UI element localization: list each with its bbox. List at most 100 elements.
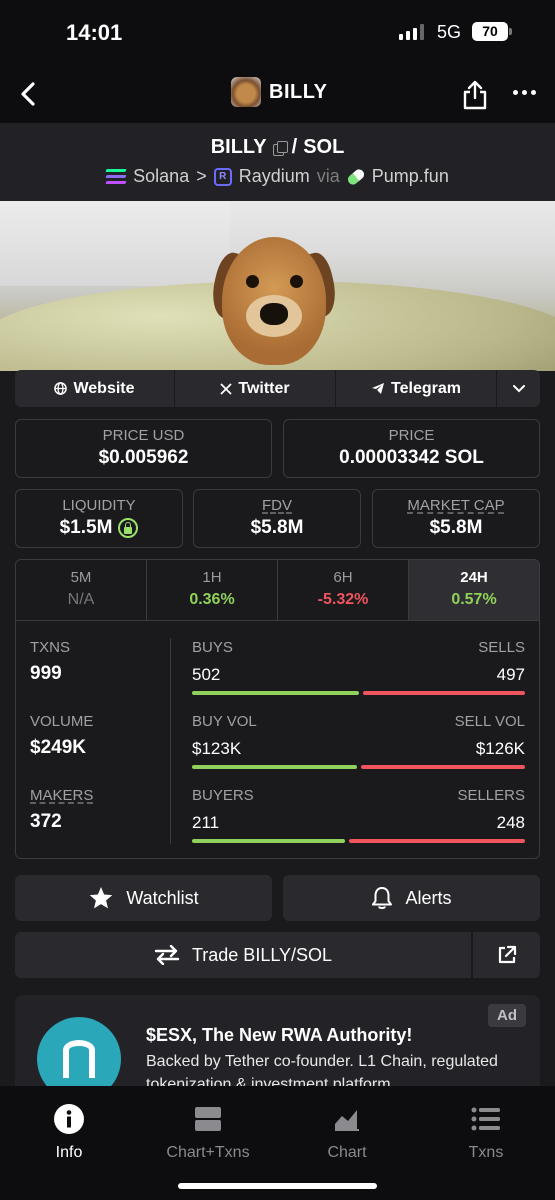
chart-icon: [287, 1104, 407, 1134]
dex-name[interactable]: Raydium: [239, 166, 310, 187]
buys-sells-stat: BUYS SELLS 502 497: [192, 639, 525, 695]
sell-vol-value: $126K: [475, 739, 525, 758]
buyers-sellers-bar: [192, 839, 525, 843]
status-bar: 14:01 5G 70: [0, 0, 555, 66]
sellers-label: SELLERS: [457, 787, 525, 804]
pair-base: BILLY: [210, 136, 267, 158]
website-link[interactable]: Website: [15, 370, 175, 407]
via-text: via: [316, 166, 340, 186]
buys-value: 502: [192, 665, 221, 684]
sells-label: SELLS: [478, 639, 525, 656]
pair-route: Solana > R Raydium via Pump.fun: [0, 166, 555, 187]
nav-title: BILLY: [231, 77, 327, 107]
trade-external-button[interactable]: [472, 932, 540, 978]
trade-label: Trade BILLY/SOL: [191, 944, 333, 965]
more-icon[interactable]: [513, 90, 536, 95]
volume-value: $249K: [30, 737, 86, 758]
nav-title-text: BILLY: [269, 80, 328, 103]
chevron-down-icon: [512, 384, 525, 392]
tab-5m[interactable]: 5M N/A: [16, 560, 147, 620]
bell-icon: [372, 887, 393, 909]
back-icon[interactable]: [14, 78, 42, 110]
token-avatar: [231, 77, 261, 107]
telegram-label: Telegram: [391, 379, 461, 397]
market-cap-label[interactable]: MARKET CAP: [373, 497, 539, 514]
timeframe-label: 1H: [202, 569, 222, 586]
price-native-card: PRICE 0.00003342 SOL: [283, 419, 540, 478]
trade-button[interactable]: Trade BILLY/SOL: [15, 932, 471, 978]
sellers-value: 248: [496, 813, 525, 832]
twitter-link[interactable]: Twitter: [175, 370, 336, 407]
makers-label[interactable]: MAKERS: [30, 787, 93, 804]
nav-bar: BILLY: [0, 66, 555, 123]
battery-icon: 70: [472, 22, 508, 41]
tab-info[interactable]: Info: [9, 1104, 129, 1162]
info-icon: [9, 1104, 129, 1134]
market-cap-value: $5.8M: [429, 517, 483, 538]
links-dropdown[interactable]: [497, 370, 540, 407]
buyers-label: BUYERS: [192, 787, 254, 804]
token-banner-image: [0, 201, 555, 371]
tab-24h[interactable]: 24H 0.57%: [409, 560, 539, 620]
sell-vol-label: SELL VOL: [454, 713, 525, 730]
buyers-value: 211: [192, 813, 220, 832]
price-usd-label: PRICE USD: [102, 427, 185, 444]
volume-split-stat: BUY VOL SELL VOL $123K $126K: [192, 713, 525, 769]
ad-card[interactable]: Ad $ESX, The New RWA Authority! Backed b…: [15, 995, 540, 1086]
pair-separator: /: [291, 136, 298, 158]
buy-vol-value: $123K: [192, 739, 242, 758]
tab-label: Txns: [468, 1144, 504, 1161]
battery-tip: [509, 28, 512, 35]
price-usd-value: $0.005962: [98, 447, 189, 468]
chain-name[interactable]: Solana: [133, 166, 189, 187]
tab-1h[interactable]: 1H 0.36%: [147, 560, 278, 620]
telegram-link[interactable]: Telegram: [336, 370, 497, 407]
ad-title: $ESX, The New RWA Authority!: [146, 1025, 413, 1045]
tab-chart-txns[interactable]: Chart+Txns: [148, 1104, 268, 1162]
timeframe-change: -5.32%: [317, 591, 369, 608]
pump-fun-icon: [345, 166, 366, 187]
launchpad-name[interactable]: Pump.fun: [372, 166, 449, 187]
timeframe-change: N/A: [67, 591, 95, 608]
lock-icon[interactable]: [118, 518, 139, 538]
liquidity-value: $1.5M: [59, 517, 113, 538]
copy-icon[interactable]: [272, 140, 288, 156]
tab-chart[interactable]: Chart: [287, 1104, 407, 1162]
alerts-label: Alerts: [405, 887, 452, 908]
ad-badge: Ad: [488, 1004, 526, 1027]
stats-divider: [170, 638, 171, 844]
website-label: Website: [73, 379, 135, 397]
watchlist-label: Watchlist: [126, 887, 199, 908]
x-icon: [220, 382, 232, 395]
share-icon[interactable]: [462, 80, 488, 115]
pair-quote: SOL: [303, 136, 345, 158]
volume-split-bar: [192, 765, 525, 769]
price-native-value: 0.00003342 SOL: [339, 447, 484, 468]
ad-text: Backed by Tether co-founder. L1 Chain, r…: [146, 1053, 498, 1086]
star-icon: [90, 887, 113, 909]
stats-panel: 5M N/A 1H 0.36% 6H -5.32% 24H 0.57% TXNS…: [15, 559, 540, 859]
globe-icon: [54, 382, 68, 395]
tab-6h[interactable]: 6H -5.32%: [278, 560, 409, 620]
signal-icon: [399, 24, 424, 40]
telegram-icon: [372, 383, 385, 394]
bottom-tab-bar: Info Chart+Txns Chart Txns: [0, 1086, 555, 1200]
alerts-button[interactable]: Alerts: [283, 875, 540, 921]
makers-value: 372: [30, 811, 62, 832]
social-links: Website Twitter Telegram: [15, 370, 540, 407]
liquidity-value-row: $1.5M: [16, 517, 182, 539]
network-type: 5G: [437, 22, 462, 42]
route-arrow: >: [196, 166, 207, 186]
external-link-icon: [498, 945, 516, 964]
timeframe-label: 6H: [333, 569, 353, 586]
swap-icon: [154, 945, 180, 965]
price-usd-card: PRICE USD $0.005962: [15, 419, 272, 478]
tab-txns[interactable]: Txns: [426, 1104, 546, 1162]
chart-txns-icon: [148, 1104, 268, 1134]
pair-title: BILLY / SOL: [0, 136, 555, 159]
watchlist-button[interactable]: Watchlist: [15, 875, 272, 921]
buys-sells-bar: [192, 691, 525, 695]
list-icon: [426, 1104, 546, 1134]
fdv-label[interactable]: FDV: [194, 497, 360, 514]
tab-label: Chart: [327, 1144, 367, 1161]
